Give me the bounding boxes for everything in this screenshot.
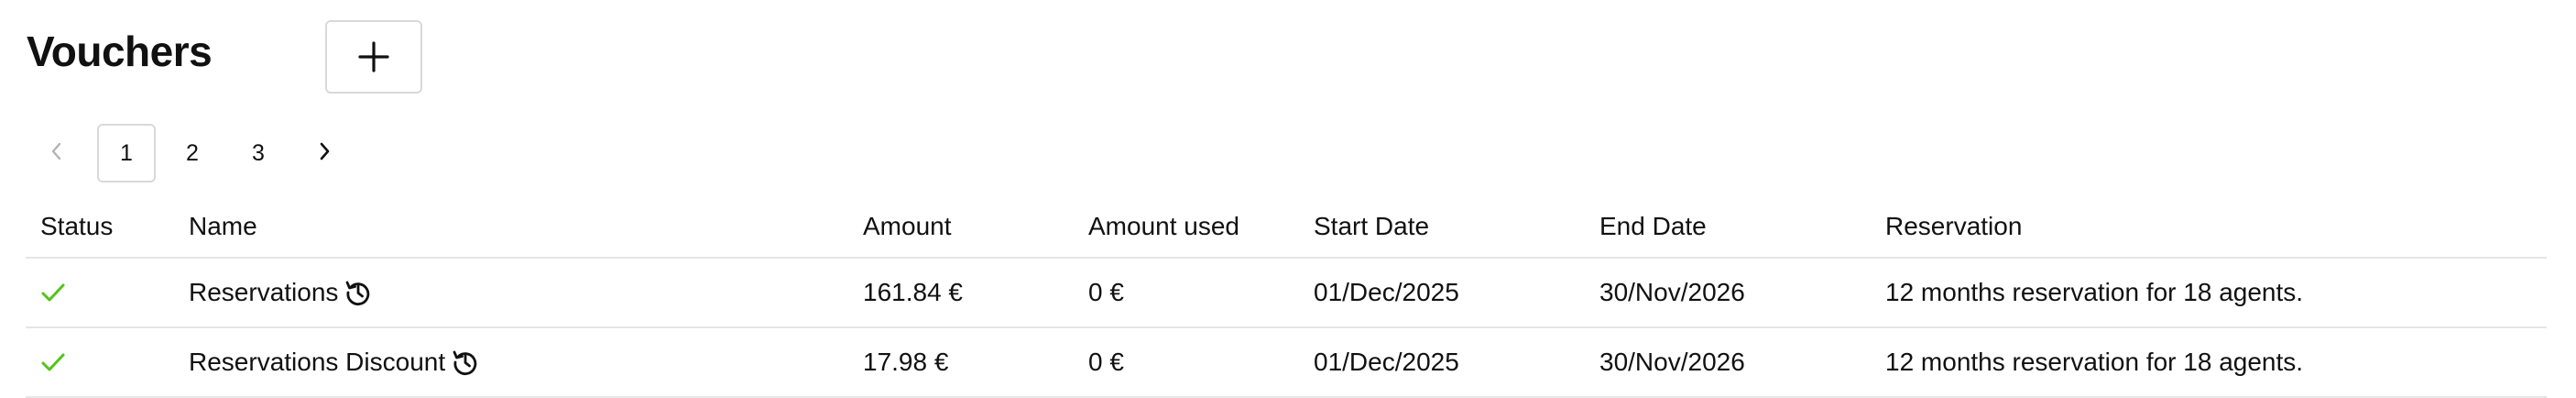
check-icon (40, 282, 66, 303)
previous-page-button[interactable] (27, 124, 86, 182)
check-icon (40, 352, 66, 372)
add-voucher-button[interactable] (325, 20, 422, 94)
voucher-name: Reservations Discount (189, 348, 446, 376)
amount-used-cell: 0 € (1088, 348, 1124, 376)
amount-cell: 161.84 € (863, 278, 963, 306)
column-header-status: Status (40, 212, 114, 240)
chevron-left-icon (49, 141, 64, 166)
end-date-cell: 30/Nov/2026 (1599, 278, 1745, 306)
amount-cell: 17.98 € (863, 348, 949, 376)
table-row: Reservations 161.84 € 0 € 01/Dec/2025 30… (26, 259, 2547, 328)
page-title: Vouchers (27, 28, 213, 75)
start-date-cell: 01/Dec/2025 (1314, 348, 1459, 376)
column-header-start-date: Start Date (1314, 212, 1430, 240)
voucher-name: Reservations (189, 278, 339, 306)
table-header: Status Name Amount Amount used Start Dat… (26, 196, 2547, 259)
column-header-amount-used: Amount used (1088, 212, 1239, 240)
end-date-cell: 30/Nov/2026 (1599, 348, 1745, 376)
reservation-cell: 12 months reservation for 18 agents. (1885, 278, 2304, 306)
column-header-reservation: Reservation (1885, 212, 2023, 240)
page-2-button[interactable]: 2 (163, 124, 222, 182)
table-row: Reservations Discount 17.98 € 0 € 01/Dec… (26, 328, 2547, 398)
history-icon[interactable] (451, 348, 480, 377)
status-cell (40, 259, 66, 326)
column-header-name: Name (189, 212, 257, 240)
reservation-cell: 12 months reservation for 18 agents. (1885, 348, 2304, 376)
amount-used-cell: 0 € (1088, 278, 1124, 306)
page-1-button[interactable]: 1 (97, 124, 156, 182)
column-header-amount: Amount (863, 212, 952, 240)
name-cell: Reservations (189, 259, 373, 326)
status-cell (40, 328, 66, 396)
column-header-end-date: End Date (1599, 212, 1707, 240)
vouchers-table: Status Name Amount Amount used Start Dat… (26, 196, 2547, 398)
start-date-cell: 01/Dec/2025 (1314, 278, 1459, 306)
page-3-button[interactable]: 3 (229, 124, 288, 182)
name-cell: Reservations Discount (189, 328, 480, 396)
plus-icon (357, 40, 390, 73)
pagination: 1 2 3 (27, 123, 354, 183)
next-page-button[interactable] (295, 124, 354, 182)
chevron-right-icon (317, 141, 332, 166)
history-icon[interactable] (344, 278, 373, 307)
